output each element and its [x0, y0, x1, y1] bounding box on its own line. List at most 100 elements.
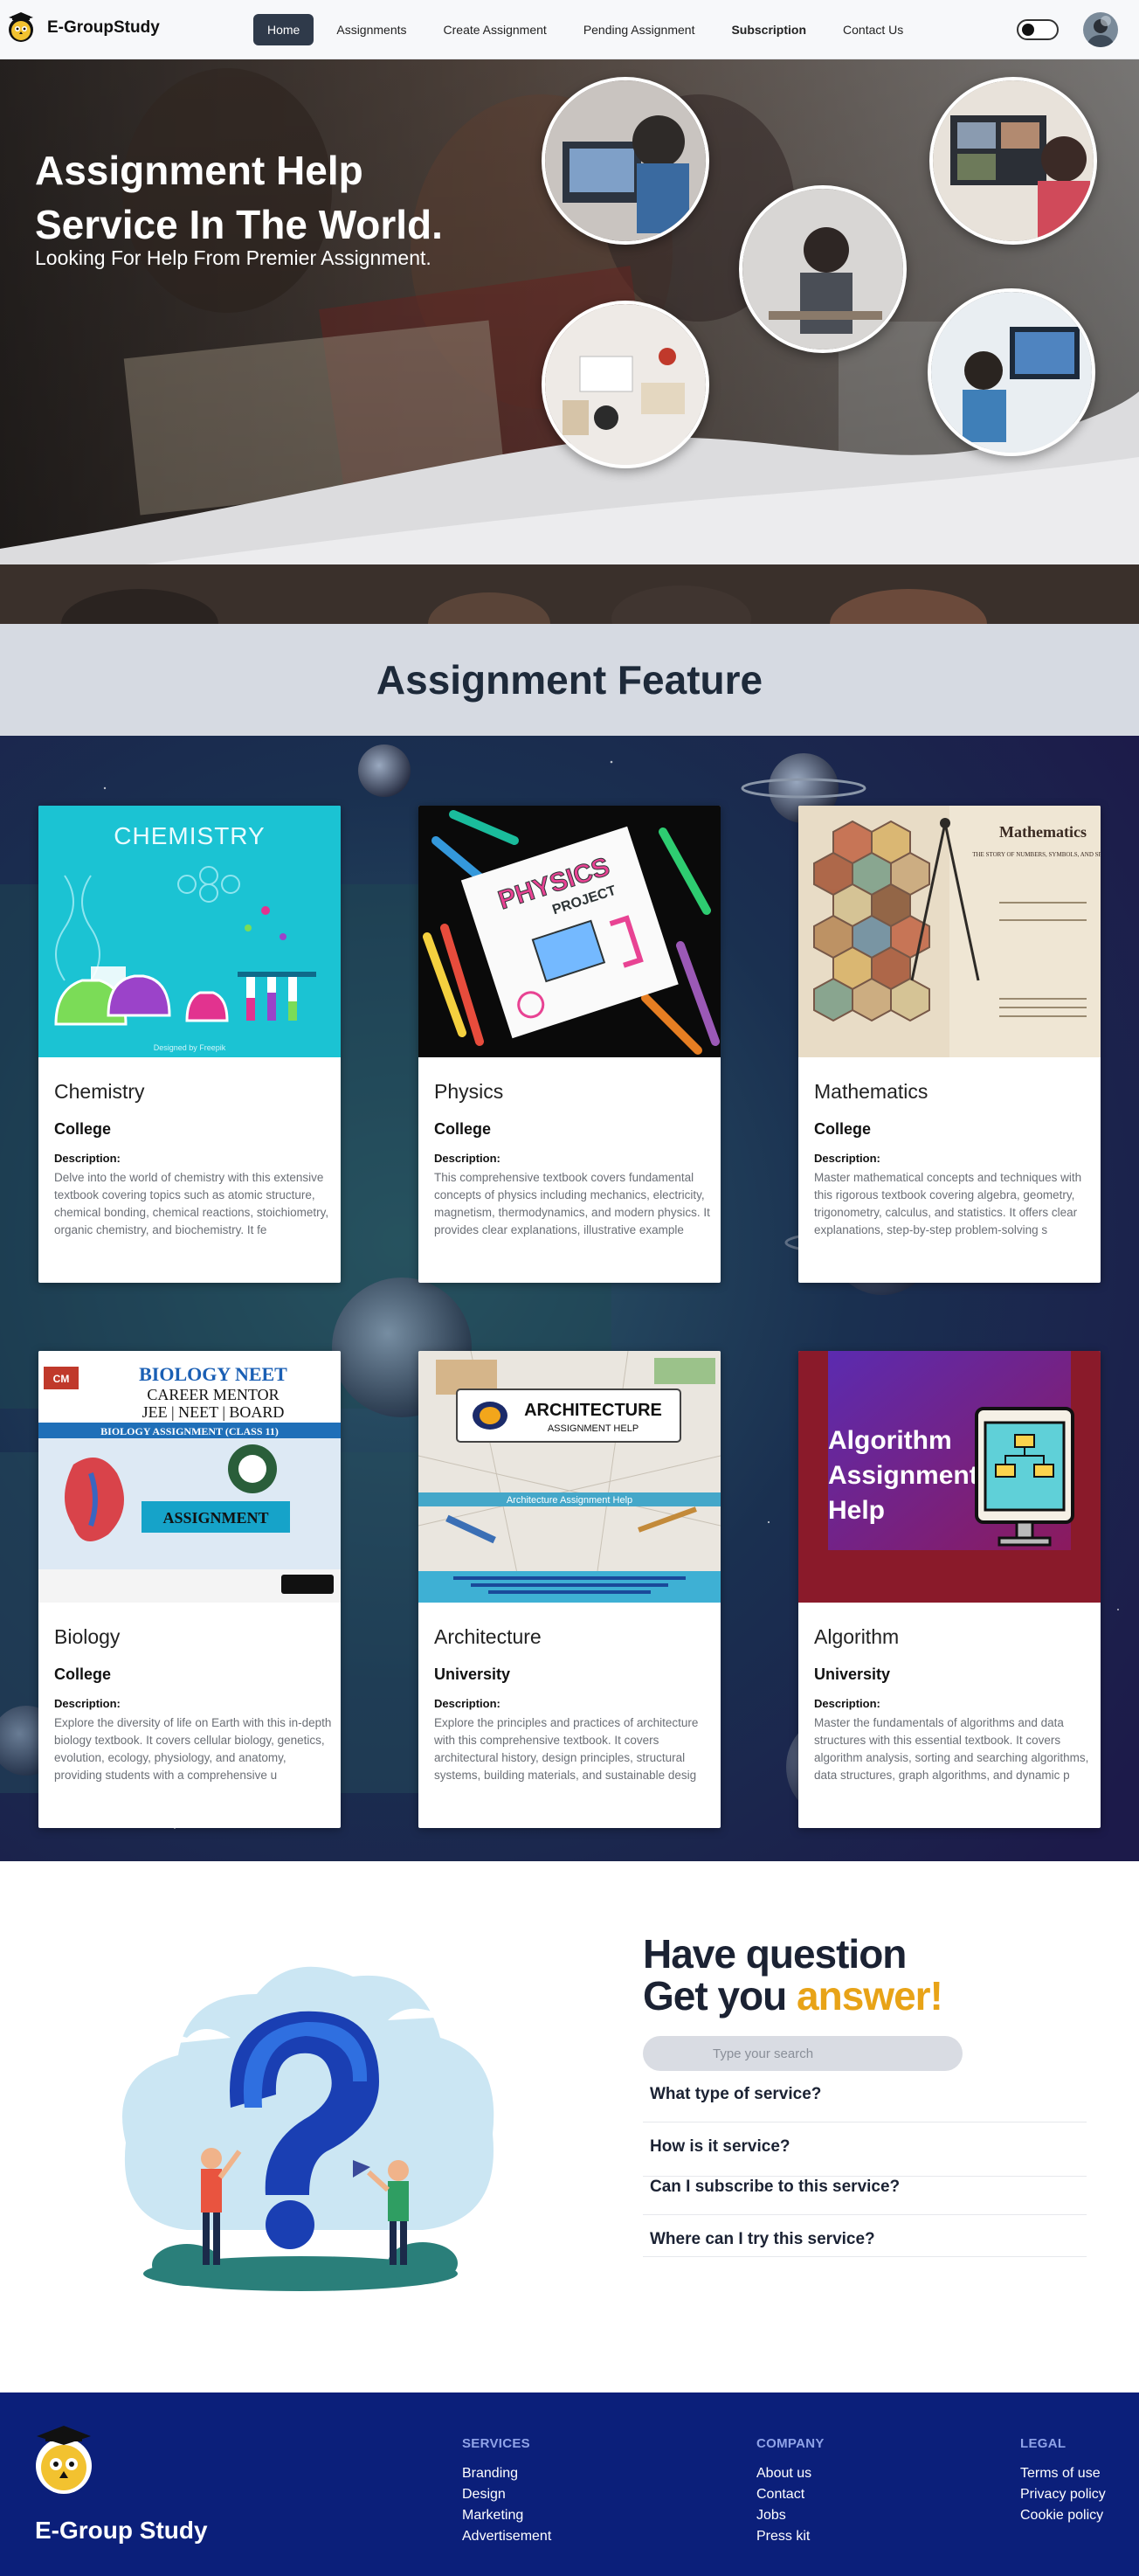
theme-toggle[interactable]: [1017, 19, 1059, 40]
hero-circle-photo-video-call: [929, 77, 1097, 245]
card-description-label: Description:: [814, 1697, 880, 1710]
architecture-image-title: ARCHITECTURE: [524, 1401, 662, 1420]
user-avatar[interactable]: [1083, 12, 1118, 47]
hero-circle-photo-laptop: [542, 77, 709, 245]
hero-circle-photo-desk: [542, 301, 709, 468]
footer: E-Group Study SERVICES Branding Design M…: [0, 2392, 1139, 2576]
hero-title-line2: Service In The World.: [35, 202, 443, 247]
faq-divider: [643, 2256, 1087, 2257]
nav-create-assignment[interactable]: Create Assignment: [430, 14, 561, 45]
biology-image-subtitle2: JEE | NEET | BOARD: [142, 1403, 285, 1421]
faq-question-1[interactable]: What type of service?: [643, 2085, 1087, 2104]
brand[interactable]: E-GroupStudy: [7, 12, 160, 44]
toggle-knob: [1022, 24, 1034, 36]
card-description-label: Description:: [54, 1152, 121, 1165]
footer-link-contact[interactable]: Contact: [756, 2484, 825, 2505]
owl-logo-icon: [9, 12, 33, 42]
svg-text:CM: CM: [53, 1373, 70, 1385]
navbar: E-GroupStudy Home Assignments Create Ass…: [0, 0, 1139, 59]
hero-title-line1: Assignment Help: [35, 148, 363, 193]
footer-legal-heading: LEGAL: [1020, 2436, 1067, 2451]
card-title: Architecture: [434, 1625, 542, 1648]
nav-pending-assignment[interactable]: Pending Assignment: [570, 14, 709, 45]
feature-card-architecture[interactable]: ARCHITECTURE ASSIGNMENT HELP Architectur…: [418, 1351, 721, 1828]
avatar-image: [1083, 12, 1118, 47]
mathematics-image-subtitle: THE STORY OF NUMBERS, SYMBOLS, AND SPACE: [972, 851, 1101, 858]
algorithm-image-subtitle2: Help: [828, 1496, 885, 1525]
feature-heading: Assignment Feature: [376, 657, 763, 703]
feature-card-algorithm[interactable]: Algorithm Assignment Help Algorithm Univ…: [798, 1351, 1101, 1828]
faq-title-accent: answer!: [797, 1973, 943, 2019]
card-title: Biology: [54, 1625, 121, 1648]
card-level: University: [434, 1665, 511, 1683]
mathematics-card-image: Mathematics THE STORY OF NUMBERS, SYMBOL…: [798, 806, 1101, 1057]
biology-image-badge: ASSIGNMENT: [162, 1509, 268, 1527]
faq-divider: [643, 2214, 1087, 2215]
faq-title-plain: Get you: [643, 1973, 787, 2019]
footer-link-jobs[interactable]: Jobs: [756, 2505, 825, 2526]
faq-question-4[interactable]: Where can I try this service?: [643, 2230, 1087, 2249]
card-description-label: Description:: [434, 1697, 500, 1710]
card-description-label: Description:: [54, 1697, 121, 1710]
faq-question-3[interactable]: Can I subscribe to this service?: [643, 2178, 1087, 2197]
feature-card-biology[interactable]: CM BIOLOGY NEET CAREER MENTOR JEE | NEET…: [38, 1351, 341, 1828]
footer-legal: LEGAL Terms of use Privacy policy Cookie…: [1020, 2436, 1106, 2526]
footer-link-press-kit[interactable]: Press kit: [756, 2526, 825, 2547]
faq-search-input[interactable]: [643, 2036, 963, 2071]
footer-link-marketing[interactable]: Marketing: [462, 2505, 551, 2526]
card-level: University: [814, 1665, 891, 1683]
faq-title: Have question Get you answer!: [643, 1931, 943, 2019]
nav-subscription[interactable]: Subscription: [717, 14, 820, 45]
nav-contact-us[interactable]: Contact Us: [829, 14, 917, 45]
algorithm-image-subtitle: Assignment: [828, 1461, 978, 1490]
footer-link-branding[interactable]: Branding: [462, 2463, 551, 2484]
architecture-card-image: ARCHITECTURE ASSIGNMENT HELP Architectur…: [418, 1351, 721, 1603]
footer-company-heading: COMPANY: [756, 2436, 825, 2451]
card-title: Mathematics: [814, 1080, 928, 1103]
card-description: Master mathematical concepts and techniq…: [814, 1171, 1082, 1236]
footer-link-about-us[interactable]: About us: [756, 2463, 825, 2484]
footer-link-privacy[interactable]: Privacy policy: [1020, 2484, 1106, 2505]
mathematics-image-title: Mathematics: [999, 823, 1087, 841]
hero-title: Assignment Help Service In The World.: [35, 143, 443, 252]
chemistry-image-credit: Designed by Freepik: [154, 1043, 226, 1052]
feature-heading-band: Assignment Feature: [0, 624, 1139, 736]
card-title: Physics: [434, 1080, 504, 1103]
feature-card-mathematics[interactable]: Mathematics THE STORY OF NUMBERS, SYMBOL…: [798, 806, 1101, 1283]
nav-home[interactable]: Home: [253, 14, 314, 45]
biology-image-band: BIOLOGY ASSIGNMENT (CLASS 11): [100, 1425, 279, 1437]
footer-services-heading: SERVICES: [462, 2436, 530, 2451]
biology-card-image: CM BIOLOGY NEET CAREER MENTOR JEE | NEET…: [38, 1351, 341, 1603]
card-level: College: [434, 1120, 492, 1138]
footer-link-cookie[interactable]: Cookie policy: [1020, 2505, 1106, 2526]
faq-title-line1: Have question: [643, 1931, 907, 1977]
feature-card-chemistry[interactable]: CHEMISTRY Designed by Freepik Chemistry …: [38, 806, 341, 1283]
card-description: This comprehensive textbook covers funda…: [434, 1171, 710, 1236]
feature-card-physics[interactable]: PHYSICS PROJECT Physics College Descript…: [418, 806, 721, 1283]
biology-image-title: BIOLOGY NEET: [139, 1363, 287, 1385]
owl-logo-icon: [36, 2426, 92, 2494]
footer-brand: E-Group Study: [35, 2517, 208, 2544]
chemistry-image-title: CHEMISTRY: [114, 822, 265, 849]
physics-card-image: PHYSICS PROJECT: [418, 806, 721, 1057]
footer-link-advertisement[interactable]: Advertisement: [462, 2526, 551, 2547]
hero-subtitle: Looking For Help From Premier Assignment…: [35, 246, 431, 269]
biology-image-subtitle: CAREER MENTOR: [147, 1386, 279, 1403]
card-title: Algorithm: [814, 1625, 900, 1648]
footer-company: COMPANY About us Contact Jobs Press kit: [756, 2436, 825, 2547]
faq-title-line2: Get you answer!: [643, 1973, 943, 2019]
footer-link-terms[interactable]: Terms of use: [1020, 2463, 1106, 2484]
architecture-image-subtitle: ASSIGNMENT HELP: [548, 1423, 639, 1434]
algorithm-image-title: Algorithm: [828, 1426, 952, 1455]
question-mark-illustration: [122, 1966, 494, 2291]
footer-link-design[interactable]: Design: [462, 2484, 551, 2505]
card-description-label: Description:: [434, 1152, 500, 1165]
architecture-image-band: Architecture Assignment Help: [507, 1495, 632, 1506]
algorithm-card-image: Algorithm Assignment Help: [798, 1351, 1101, 1603]
card-description-label: Description:: [814, 1152, 880, 1165]
faq-section: Have question Get you answer! What type …: [0, 1861, 1139, 2392]
nav-assignments[interactable]: Assignments: [322, 14, 420, 45]
faq-question-2[interactable]: How is it service?: [643, 2137, 1087, 2157]
card-level: College: [814, 1120, 872, 1138]
card-level: College: [54, 1665, 112, 1683]
